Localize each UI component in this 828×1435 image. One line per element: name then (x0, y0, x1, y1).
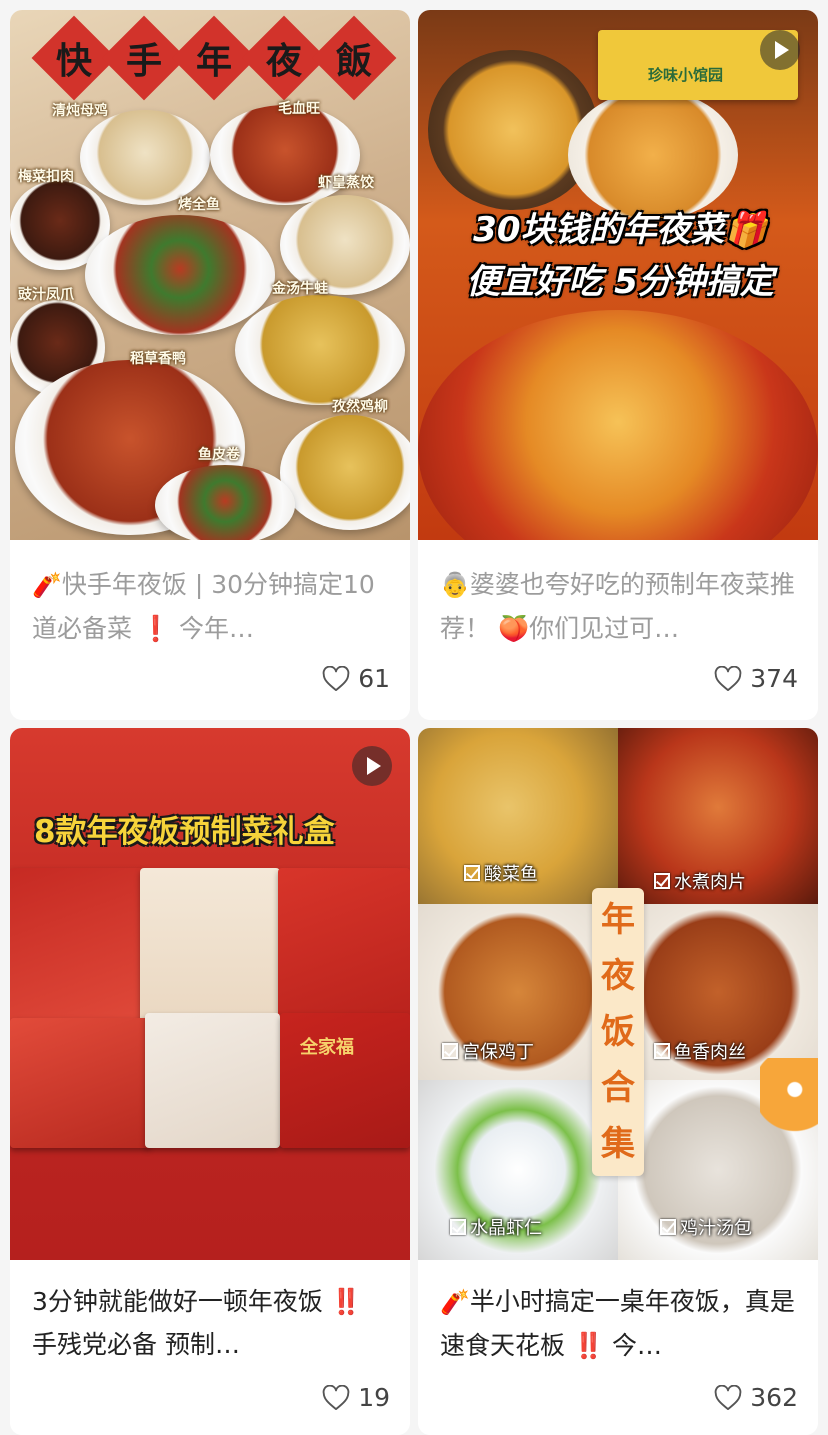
note-card[interactable]: 快 手 年 夜 飯 清炖母鸡 毛血旺 梅菜扣肉 虾皇蒸饺 烤全鱼 金汤牛蛙 豉汁… (10, 10, 410, 720)
checkbox-icon (660, 1219, 676, 1235)
note-card[interactable]: 8款年夜饭预制菜礼盒 全家福 3分钟就能做好一顿年夜饭 ‼️ 手残党必备 预制…… (10, 728, 410, 1435)
tiger-sticker-icon (760, 1058, 818, 1148)
note-cover-image[interactable]: 酸菜鱼 水煮肉片 宫保鸡丁 鱼香肉丝 水晶虾仁 鸡汁汤包 年 夜 饭 合 集 (418, 728, 818, 1260)
note-card[interactable]: 酸菜鱼 水煮肉片 宫保鸡丁 鱼香肉丝 水晶虾仁 鸡汁汤包 年 夜 饭 合 集 🧨… (418, 728, 818, 1435)
heart-outline-icon (322, 1384, 350, 1410)
video-play-icon (760, 30, 800, 70)
note-cover-image[interactable]: 珍味小馆园 30块钱的年夜菜🎁 便宜好吃 5分钟搞定 (418, 10, 818, 540)
dish-tag: 鱼香肉丝 (654, 1038, 746, 1064)
dish-tag: 酸菜鱼 (464, 860, 538, 886)
heart-outline-icon (714, 1384, 742, 1410)
note-card[interactable]: 珍味小馆园 30块钱的年夜菜🎁 便宜好吃 5分钟搞定 👵婆婆也夸好吃的预制年夜菜… (418, 10, 818, 720)
like-button[interactable]: 61 (322, 664, 390, 693)
like-count: 61 (358, 664, 390, 693)
like-button[interactable]: 19 (322, 1383, 390, 1412)
checkbox-icon (654, 873, 670, 889)
like-button[interactable]: 374 (714, 664, 798, 693)
dish-tag: 鸡汁汤包 (660, 1214, 752, 1240)
checkbox-icon (450, 1219, 466, 1235)
cover-vertical-title: 年 夜 饭 合 集 (592, 888, 644, 1176)
like-count: 362 (750, 1383, 798, 1412)
dish-tag: 水煮肉片 (654, 868, 746, 894)
note-cover-image[interactable]: 8款年夜饭预制菜礼盒 全家福 (10, 728, 410, 1260)
heart-outline-icon (714, 665, 742, 691)
firecracker-icon: 🧨 (32, 571, 62, 599)
note-title[interactable]: 🧨半小时搞定一桌年夜饭，真是速食天花板 ‼️ 今… (440, 1280, 800, 1368)
note-title[interactable]: 3分钟就能做好一顿年夜饭 ‼️ 手残党必备 预制… (32, 1280, 392, 1368)
like-button[interactable]: 362 (714, 1383, 798, 1412)
checkbox-icon (442, 1043, 458, 1059)
checkbox-icon (464, 865, 480, 881)
note-feed-grid: 快 手 年 夜 飯 清炖母鸡 毛血旺 梅菜扣肉 虾皇蒸饺 烤全鱼 金汤牛蛙 豉汁… (0, 0, 828, 1435)
like-count: 19 (358, 1383, 390, 1412)
dish-tag: 水晶虾仁 (450, 1214, 542, 1240)
grandma-icon: 👵 (440, 571, 470, 599)
cover-headline: 30块钱的年夜菜🎁 (473, 210, 767, 250)
firecracker-icon: 🧨 (440, 1288, 470, 1316)
cover-headline: 便宜好吃 5分钟搞定 (466, 262, 774, 302)
checkbox-icon (654, 1043, 670, 1059)
like-count: 374 (750, 664, 798, 693)
heart-outline-icon (322, 665, 350, 691)
video-play-icon (352, 746, 392, 786)
note-title[interactable]: 👵婆婆也夸好吃的预制年夜菜推荐！ 🍑你们见过可… (440, 563, 800, 651)
dish-tag: 宫保鸡丁 (442, 1038, 534, 1064)
note-title[interactable]: 🧨快手年夜饭 | 30分钟搞定10道必备菜 ❗ 今年… (32, 563, 392, 651)
cover-headline: 8款年夜饭预制菜礼盒 (34, 814, 335, 850)
note-cover-image[interactable]: 快 手 年 夜 飯 清炖母鸡 毛血旺 梅菜扣肉 虾皇蒸饺 烤全鱼 金汤牛蛙 豉汁… (10, 10, 410, 540)
cover-banner: 快 手 年 夜 飯 (31, 15, 397, 101)
